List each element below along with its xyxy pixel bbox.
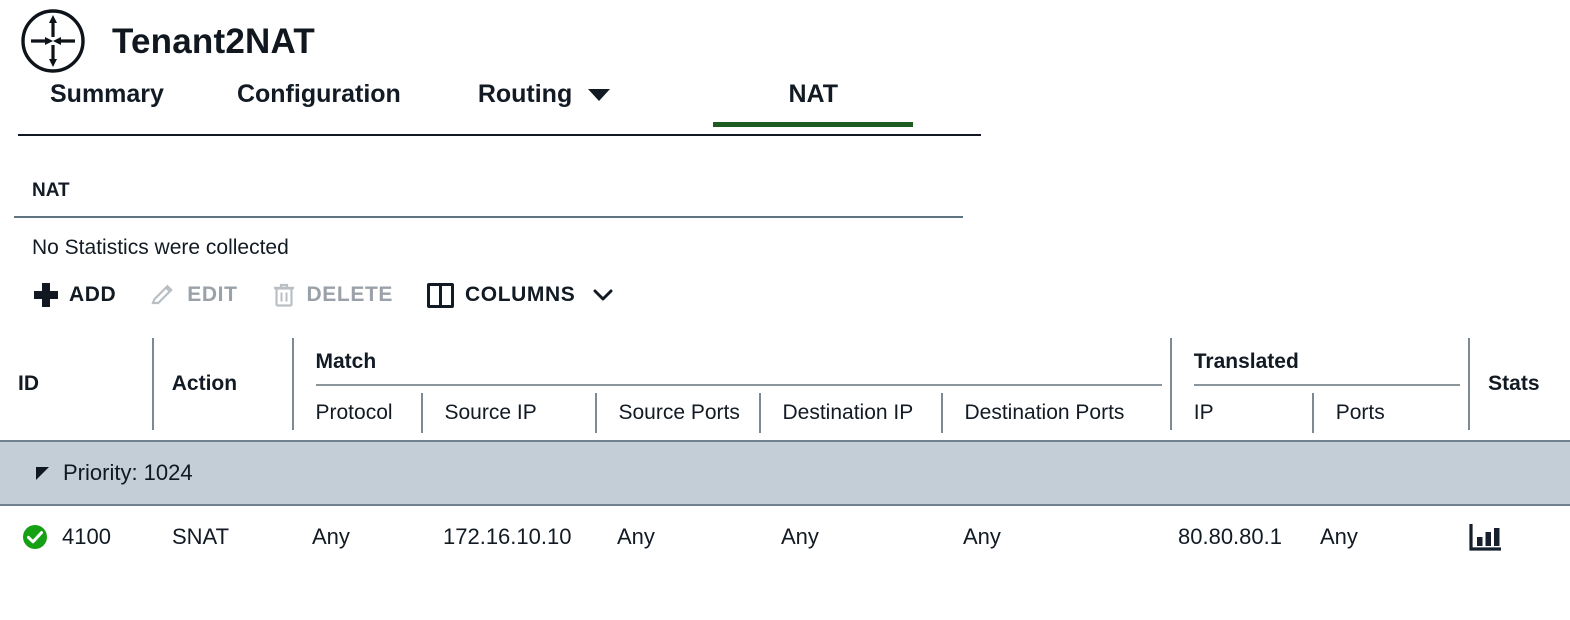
- edit-button-label: EDIT: [187, 283, 238, 306]
- column-header-translated-ip[interactable]: IP: [1172, 386, 1312, 440]
- section-title: NAT: [14, 180, 963, 218]
- statistics-note: No Statistics were collected: [32, 236, 289, 259]
- columns-button-label: COLUMNS: [465, 283, 576, 306]
- column-header-stats[interactable]: Stats: [1470, 328, 1570, 440]
- column-header-id[interactable]: ID: [0, 328, 152, 440]
- status-enabled-icon: [23, 525, 47, 549]
- column-header-id-label: ID: [18, 372, 39, 395]
- column-header-protocol-label: Protocol: [315, 401, 393, 424]
- cell-translated-ports-value: Any: [1320, 524, 1358, 549]
- cell-protocol-value: Any: [312, 524, 350, 549]
- cell-source-ip: 172.16.10.10: [425, 506, 599, 568]
- page-title: Tenant2NAT: [112, 21, 315, 61]
- table-row[interactable]: 4100 SNAT Any 172.16.10.10 Any Any Any 8…: [0, 506, 1570, 568]
- cell-destination-ports-value: Any: [963, 524, 1001, 549]
- cell-source-ip-value: 172.16.10.10: [443, 524, 572, 549]
- cell-source-ports: Any: [599, 506, 763, 568]
- column-header-translated-ip-label: IP: [1193, 401, 1214, 424]
- columns-button[interactable]: COLUMNS: [427, 282, 613, 308]
- column-header-destination-ip-label: Destination IP: [782, 401, 914, 424]
- group-row-priority[interactable]: Priority: 1024: [0, 440, 1570, 506]
- group-row-label: Priority: 1024: [63, 460, 193, 485]
- nat-section: NAT No Statistics were collected: [14, 136, 963, 260]
- cell-translated-ip-value: 80.80.80.1: [1178, 524, 1282, 549]
- tab-routing[interactable]: Routing: [477, 74, 611, 127]
- column-header-source-ip-label: Source IP: [444, 401, 537, 424]
- chevron-down-icon: [593, 289, 613, 301]
- cell-id-value: 4100: [62, 524, 111, 549]
- cell-destination-ip-value: Any: [781, 524, 819, 549]
- collapse-triangle-icon[interactable]: [36, 466, 49, 480]
- router-nat-icon: [21, 9, 85, 73]
- column-header-action[interactable]: Action: [154, 328, 292, 440]
- cell-action-value: SNAT: [172, 524, 230, 549]
- column-header-protocol[interactable]: Protocol: [294, 386, 421, 440]
- column-header-source-ports-label: Source Ports: [618, 401, 740, 424]
- match-subcolumns: Protocol Source IP Source Ports Destinat…: [294, 386, 1170, 440]
- add-button[interactable]: ADD: [34, 283, 116, 307]
- cell-action: SNAT: [154, 506, 294, 568]
- cell-destination-ip: Any: [763, 506, 945, 568]
- column-group-match: Match Protocol Source IP Source Ports De…: [294, 328, 1170, 440]
- column-header-destination-ports-label: Destination Ports: [964, 401, 1125, 424]
- column-header-translated-ports-label: Ports: [1335, 401, 1385, 424]
- bar-chart-icon[interactable]: [1468, 522, 1502, 552]
- tab-summary[interactable]: Summary: [50, 74, 164, 127]
- pencil-icon: [150, 282, 176, 308]
- tab-summary-label: Summary: [50, 80, 164, 108]
- column-header-destination-ip[interactable]: Destination IP: [761, 386, 941, 440]
- add-button-label: ADD: [69, 283, 117, 306]
- cell-translated-ports: Any: [1302, 506, 1444, 568]
- cell-destination-ports: Any: [945, 506, 1160, 568]
- translated-subcolumns: IP Ports: [1172, 386, 1468, 440]
- chevron-down-icon: [588, 88, 611, 101]
- table-header: ID Action Match Protocol Source IP Sourc…: [0, 328, 1570, 440]
- cell-source-ports-value: Any: [617, 524, 655, 549]
- tab-configuration[interactable]: Configuration: [237, 74, 401, 127]
- tab-configuration-label: Configuration: [236, 80, 401, 108]
- columns-icon: [427, 282, 454, 308]
- column-group-translated: Translated IP Ports: [1172, 328, 1468, 440]
- tab-nat-label: NAT: [788, 80, 838, 108]
- delete-button[interactable]: DELETE: [272, 282, 393, 308]
- tab-routing-label: Routing: [477, 80, 573, 108]
- cell-id: 4100: [0, 506, 154, 568]
- cell-translated-ip: 80.80.80.1: [1160, 506, 1302, 568]
- table-toolbar: ADD EDIT DELETE COLUMNS: [0, 260, 1570, 316]
- column-header-source-ports[interactable]: Source Ports: [597, 386, 759, 440]
- column-header-stats-label: Stats: [1488, 372, 1540, 395]
- plus-icon: [34, 283, 58, 307]
- cell-protocol: Any: [294, 506, 425, 568]
- column-header-action-label: Action: [171, 372, 238, 395]
- column-header-translated-ports[interactable]: Ports: [1314, 386, 1454, 440]
- nat-rules-table: ID Action Match Protocol Source IP Sourc…: [0, 328, 1570, 568]
- tab-nat[interactable]: NAT: [713, 74, 914, 127]
- edit-button[interactable]: EDIT: [150, 282, 237, 308]
- column-header-source-ip[interactable]: Source IP: [423, 386, 595, 440]
- page-header: Tenant2NAT: [0, 0, 1570, 74]
- cell-stats[interactable]: [1444, 506, 1564, 568]
- column-group-translated-label: Translated: [1193, 350, 1299, 373]
- delete-button-label: DELETE: [306, 283, 393, 306]
- tab-bar: Summary Configuration Routing NAT: [18, 74, 981, 136]
- column-header-destination-ports[interactable]: Destination Ports: [943, 386, 1154, 440]
- column-group-match-label: Match: [315, 350, 377, 373]
- trash-icon: [272, 282, 296, 308]
